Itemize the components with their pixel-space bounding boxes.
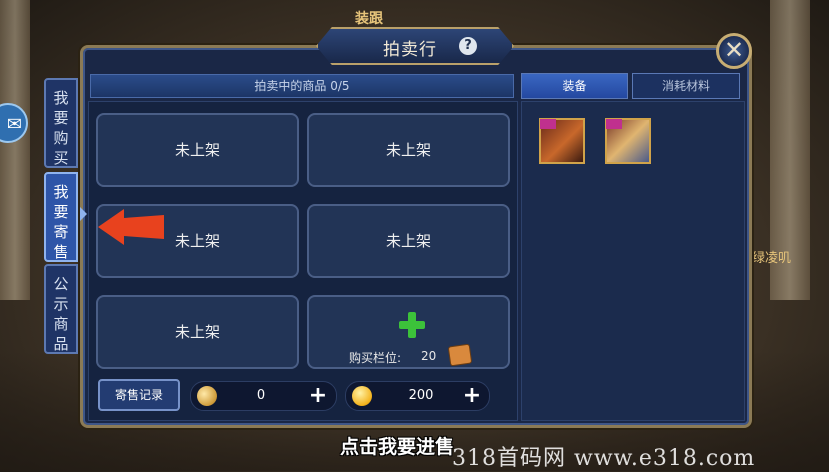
selling-header: 拍卖中的商品 0/5 (90, 74, 514, 98)
equipment-item[interactable] (539, 118, 585, 164)
sale-slot-4[interactable]: 未上架 (307, 204, 510, 278)
tab-public-goods-label: 公示商品 (53, 275, 69, 353)
silver-coin-icon (194, 383, 220, 409)
background-sign: 装跟 (355, 11, 383, 27)
red-arrow-icon (98, 209, 164, 245)
tab-consign[interactable]: 我要寄售 (44, 172, 78, 262)
gold-coin-icon (352, 386, 372, 406)
item-badge (606, 119, 622, 129)
tab-buy[interactable]: 我要购买 (44, 78, 78, 168)
add-silver-button[interactable]: + (308, 385, 328, 407)
consign-record-button[interactable]: 寄售记录 (98, 379, 180, 411)
sale-slot-2[interactable]: 未上架 (307, 113, 510, 187)
slot-cost-value: 20 (421, 349, 437, 363)
watermark: 318首码网 www.e318.com (452, 446, 756, 471)
sale-slot-1[interactable]: 未上架 (96, 113, 299, 187)
background-side-label: 绿凌叽 (752, 251, 792, 266)
tutorial-subtitle: 点击我要进售 (340, 436, 455, 458)
tab-public-goods[interactable]: 公示商品 (44, 264, 78, 354)
close-button[interactable]: ✕ (716, 33, 752, 69)
silver-currency: 0 + (190, 381, 337, 411)
gold-currency: 200 + (345, 381, 490, 411)
help-icon[interactable]: ? (459, 37, 477, 55)
tab-equipment[interactable]: 装备 (521, 73, 628, 99)
tab-buy-label: 我要购买 (53, 89, 69, 167)
tab-consign-label: 我要寄售 (53, 183, 69, 261)
active-tab-pointer-icon (80, 207, 87, 221)
scroll-icon (447, 343, 473, 367)
sale-slot-5[interactable]: 未上架 (96, 295, 299, 369)
tab-consumables[interactable]: 消耗材料 (632, 73, 740, 99)
background-pillar-left (0, 0, 30, 300)
slot-cost-label: 购买栏位: (349, 351, 402, 365)
add-plus-icon (399, 312, 425, 338)
silver-currency-value: 0 (256, 388, 266, 403)
add-slot-button[interactable]: 购买栏位: 20 (307, 295, 510, 369)
add-gold-button[interactable]: + (462, 385, 482, 407)
gold-currency-value: 200 (408, 388, 434, 403)
item-badge (540, 119, 556, 129)
window-title: 拍卖行 (383, 40, 437, 60)
equipment-item[interactable] (605, 118, 651, 164)
